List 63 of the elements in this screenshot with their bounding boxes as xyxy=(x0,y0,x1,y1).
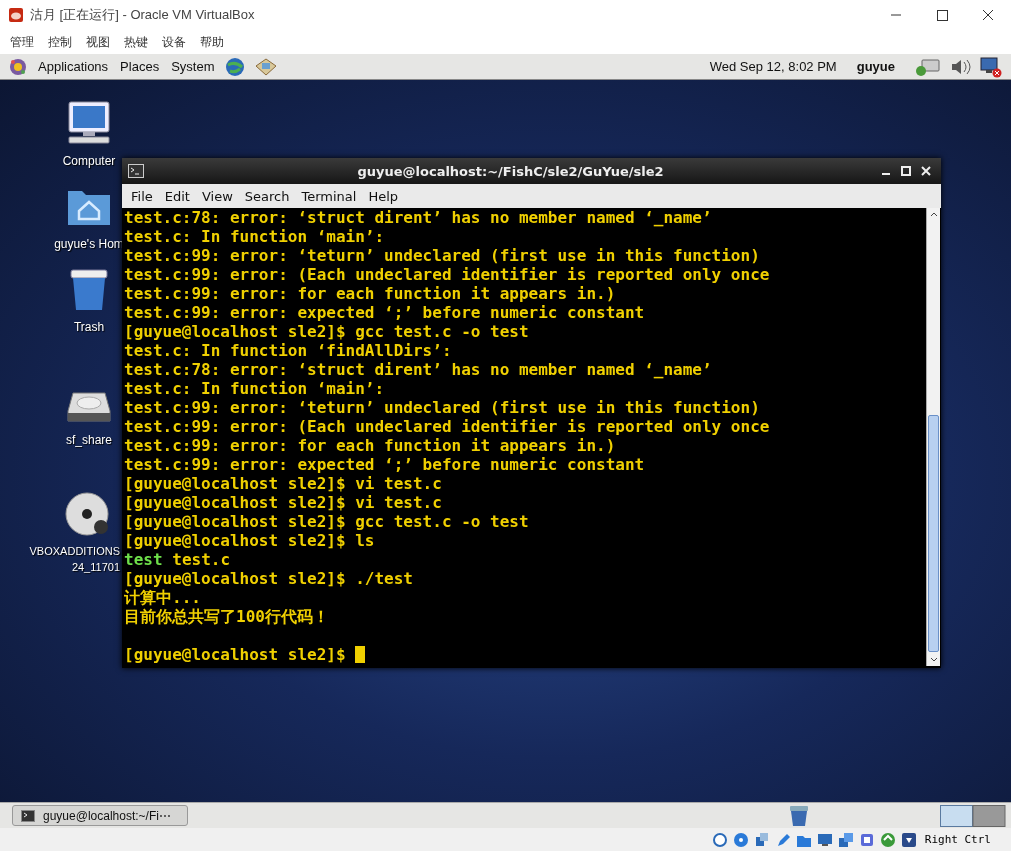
terminal-line: test.c:99: error: expected ‘;’ before numeric constant xyxy=(124,303,645,322)
panel-menu[interactable]: Places xyxy=(118,59,162,74)
scrollbar[interactable] xyxy=(926,208,940,666)
scroll-thumb[interactable] xyxy=(928,415,939,652)
terminal-line: [guyue@localhost sle2]$ xyxy=(124,645,347,664)
menu-item[interactable]: Terminal xyxy=(295,188,363,204)
terminal-line: test.c:78: error: ‘struct dirent’ has no member named ‘_name’ xyxy=(124,208,712,227)
terminal-line: test.c: In function ‘findAllDirs’: xyxy=(124,341,452,360)
optical-disc-icon[interactable] xyxy=(732,831,749,848)
host-key-label: Right Ctrl xyxy=(924,833,991,846)
terminal-line: test.c:99: error: ‘teturn’ undeclared (first use in this function) xyxy=(124,398,760,417)
taskbar-button[interactable]: guyue@localhost:~/Fi⋯ xyxy=(12,805,188,826)
terminal-line: test.c:99: error: (Each undeclared identifier is reported only once xyxy=(124,265,770,284)
globe-icon[interactable] xyxy=(224,55,247,78)
menu-item[interactable]: 帮助 xyxy=(193,33,231,51)
terminal-icon xyxy=(21,809,35,822)
terminal-line: test.c:99: error: for each function it appears in.) xyxy=(124,436,616,455)
icon-label[interactable]: Computer xyxy=(62,153,116,169)
window-title: 沽月 [正在运行] - Oracle VM VirtualBox xyxy=(30,6,256,24)
menu-item[interactable]: 控制 xyxy=(41,33,79,51)
file-name: test.c xyxy=(172,550,231,569)
terminal-line: 目前你总共写了100行代码！ xyxy=(124,607,329,626)
user-name[interactable]: guyue xyxy=(856,59,895,74)
menu-item[interactable]: File xyxy=(125,188,159,204)
terminal-line: [guyue@localhost sle2]$ gcc test.c -o test xyxy=(124,322,529,341)
icon-label[interactable]: Trash xyxy=(73,319,105,335)
terminal-icon xyxy=(128,164,144,178)
clock[interactable]: Wed Sep 12, 8:02 PM xyxy=(709,59,837,74)
menu-item[interactable]: 管理 xyxy=(3,33,41,51)
hard-disk-icon[interactable] xyxy=(711,831,728,848)
app-icon xyxy=(8,7,24,23)
workspace-switcher-icon[interactable] xyxy=(940,804,1006,827)
monitor-error-icon[interactable] xyxy=(979,55,1003,78)
icon-label[interactable]: VBOXADDITIONS 24_11701 xyxy=(29,543,120,575)
chip-icon[interactable] xyxy=(858,831,875,848)
terminal-line: test.c:99: error: ‘teturn’ undeclared (first use in this function) xyxy=(124,246,760,265)
terminal-line: [guyue@localhost sle2]$ ./test xyxy=(124,569,413,588)
terminal-line: test.c:99: error: (Each undeclared identifier is reported only once xyxy=(124,417,770,436)
terminal-line: [guyue@localhost sle2]$ gcc test.c -o test xyxy=(124,512,529,531)
terminal-line: [guyue@localhost sle2]$ vi test.c xyxy=(124,474,442,493)
panel-menu[interactable]: System xyxy=(169,59,217,74)
menu-item[interactable]: 视图 xyxy=(79,33,117,51)
menu-item[interactable]: 设备 xyxy=(155,33,193,51)
menu-item[interactable]: Help xyxy=(362,188,405,204)
terminal-line: test.c:78: error: ‘struct dirent’ has no member named ‘_name’ xyxy=(124,360,712,379)
terminal-line: test.c:99: error: for each function it appears in.) xyxy=(124,284,616,303)
cd-icon[interactable] xyxy=(63,490,111,538)
menu-item[interactable]: Edit xyxy=(158,188,196,204)
terminal-line: [guyue@localhost sle2]$ ls xyxy=(124,531,375,550)
menu-item[interactable]: Search xyxy=(238,188,296,204)
terminal-line: 计算中... xyxy=(124,588,201,607)
terminal-line: [guyue@localhost sle2]$ vi test.c xyxy=(124,493,442,512)
menu-item[interactable]: 热键 xyxy=(117,33,155,51)
terminal-line: test.c: In function ‘main’: xyxy=(124,379,385,398)
download-icon[interactable] xyxy=(900,831,917,848)
icon-label[interactable]: sf_share xyxy=(66,432,112,448)
window-title: guyue@localhost:~/FishC/sle2/GuYue/sle2 xyxy=(356,163,665,179)
panel-menu[interactable]: Applications xyxy=(36,59,111,74)
menu-item[interactable]: View xyxy=(195,188,239,204)
display-icon[interactable] xyxy=(816,831,833,848)
file-name: test xyxy=(124,550,163,569)
terminal-line: test.c:99: error: expected ‘;’ before numeric constant xyxy=(124,455,645,474)
terminal-line: test.c: In function ‘main’: xyxy=(124,227,385,246)
